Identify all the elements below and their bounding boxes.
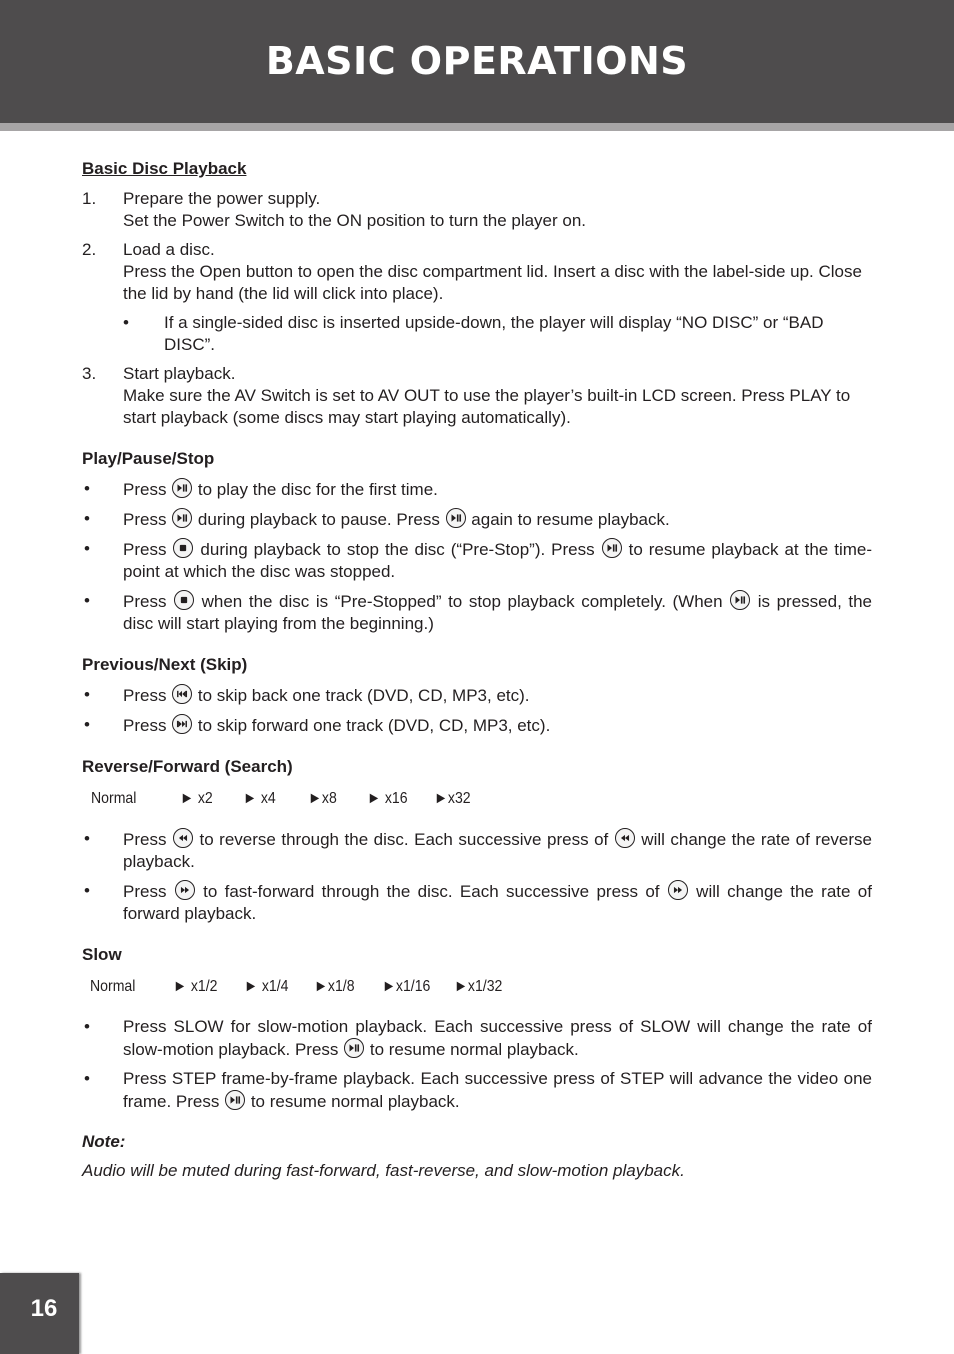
speed-label: ►x1/16 [382,978,431,995]
stop-icon [174,590,195,610]
list-item: 2. Load a disc. Press the Open button to… [82,239,872,356]
fast-forward-icon [174,880,195,900]
speed-label: ► x4 [243,790,276,807]
step-heading: Load a disc. [123,240,215,259]
item-text: Press [123,480,172,499]
bullet: • [123,313,129,332]
sub-list-item: • If a single-sided disc is inserted ups… [123,312,872,356]
play-pause-icon [344,1038,365,1058]
bullet: • [84,509,90,528]
item-text: Press [123,592,174,611]
speed-label: ► x1/4 [244,978,289,995]
play-pause-icon [730,590,751,610]
bullet: • [84,1017,90,1036]
play-pause-icon [172,508,193,528]
page-title: BASIC OPERATIONS [265,39,689,83]
rewind-icon [614,828,635,848]
speed-label: ►x1/32 [454,978,503,995]
step-text: Make sure the AV Switch is set to AV OUT… [123,386,851,427]
page-content: Basic Disc Playback 1. Prepare the power… [82,158,872,1182]
item-text: again to resume playback. [466,510,670,529]
list-number: 3. [82,364,97,383]
bullet: • [84,829,90,848]
speed-label: ►x32 [434,790,471,807]
speed-label: ► x2 [180,790,213,807]
section-title-previous-next: Previous/Next (Skip) [82,655,248,674]
header-divider [0,123,954,131]
bullet: • [84,591,90,610]
speed-label: ►x1/8 [314,978,355,995]
speed-label: Normal [91,790,137,807]
item-text: when the disc is “Pre-Stopped” to stop p… [195,592,730,611]
speed-label: Normal [90,978,136,995]
play-pause-icon [225,1090,246,1110]
bullet: • [84,479,90,498]
item-text: Press [123,830,172,849]
list-number: 1. [82,189,97,208]
note-text: Audio will be muted during fast-forward,… [82,1161,685,1180]
list-item: • Press to play the disc for the first t… [82,478,872,501]
skip-previous-icon [172,684,193,704]
list-item: • Press to reverse through the disc. Eac… [82,828,872,873]
bullet: • [84,1069,90,1088]
item-text: during playback to stop the disc (“Pre-S… [194,540,601,559]
item-text: Press [123,686,172,705]
list-item: • Press during playback to pause. Press … [82,508,872,531]
list-number: 2. [82,240,97,259]
list-item: 1. Prepare the power supply. Set the Pow… [82,188,872,232]
list-item: • Press to skip forward one track (DVD, … [82,714,872,737]
item-text: to skip forward one track (DVD, CD, MP3,… [193,716,551,735]
item-text: Press [123,716,172,735]
list-item: • Press to fast-forward through the disc… [82,880,872,925]
sub-item-text: If a single-sided disc is inserted upsid… [164,313,824,354]
list-item: • Press SLOW for slow-motion playback. E… [82,1016,872,1061]
bullet: • [84,881,90,900]
step-text: Set the Power Switch to the ON position … [123,211,587,230]
list-item: • Press to skip back one track (DVD, CD,… [82,684,872,707]
skip-next-icon [172,714,193,734]
page-number-box: 16 [0,1273,79,1354]
list-item: • Press during playback to stop the disc… [82,538,872,583]
page-number: 16 [30,1295,58,1322]
step-text: Press the Open button to open the disc c… [123,262,862,303]
list-item: • Press when the disc is “Pre-Stopped” t… [82,590,872,635]
item-text: to fast-forward through the disc. Each s… [195,882,667,901]
slow-speed-sequence: Normal ► x1/2 ► x1/4 ►x1/8 ►x1/16 ►x1/32 [82,974,872,1004]
bullet: • [84,685,90,704]
item-text: Press [123,510,172,529]
play-pause-icon [172,478,193,498]
play-pause-icon [445,508,466,528]
step-heading: Prepare the power supply. [123,189,321,208]
list-item: 3. Start playback. Make sure the AV Swit… [82,363,872,429]
speed-label: ► x1/2 [173,978,218,995]
bullet: • [84,715,90,734]
stop-icon [173,538,194,558]
rewind-icon [172,828,193,848]
item-text: to resume normal playback. [246,1092,460,1111]
play-pause-icon [601,538,622,558]
fast-forward-icon [667,880,688,900]
bullet: • [84,539,90,558]
step-heading: Start playback. [123,364,236,383]
section-title-basic-disc-playback: Basic Disc Playback [82,159,247,178]
speed-label: ►x8 [308,790,337,807]
item-text: to reverse through the disc. Each succes… [193,830,614,849]
section-title-slow: Slow [82,945,122,964]
section-title-reverse-forward: Reverse/Forward (Search) [82,757,293,776]
speed-label: ► x16 [367,790,408,807]
item-text: during playback to pause. Press [193,510,445,529]
search-speed-sequence: Normal ► x2 ► x4 ►x8 ► x16 ►x32 [82,786,872,816]
list-item: • Press STEP frame-by-frame playback. Ea… [82,1068,872,1113]
item-text: to resume normal playback. [365,1040,579,1059]
page-header: BASIC OPERATIONS [0,0,954,123]
section-title-play-pause-stop: Play/Pause/Stop [82,449,215,468]
item-text: to play the disc for the first time. [193,480,438,499]
item-text: Press [123,540,173,559]
note-title: Note: [82,1132,126,1151]
item-text: to skip back one track (DVD, CD, MP3, et… [193,686,530,705]
item-text: Press [123,882,174,901]
